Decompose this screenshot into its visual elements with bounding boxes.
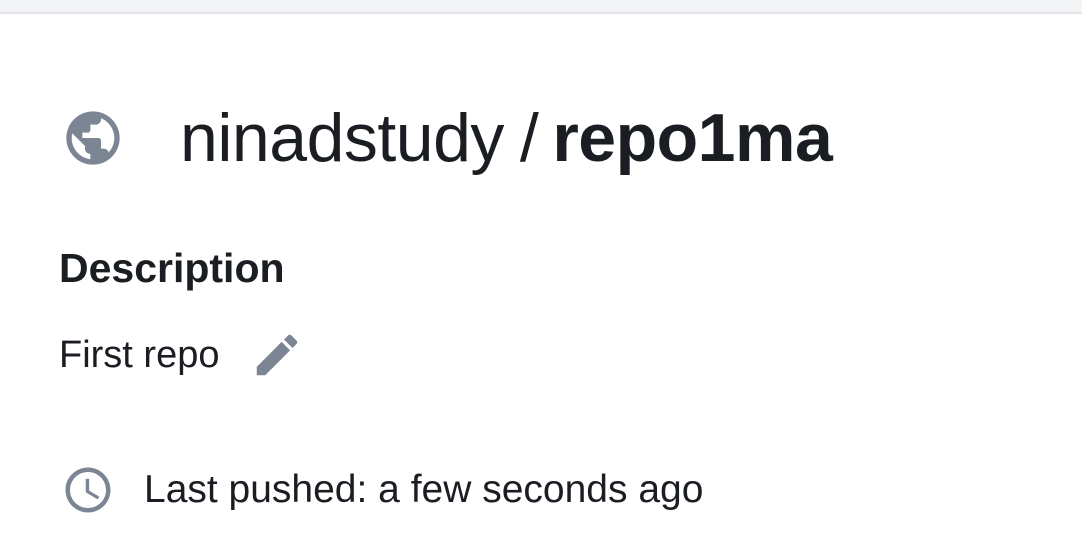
globe-icon — [60, 105, 126, 171]
pencil-icon[interactable] — [249, 327, 305, 383]
last-pushed-text: Last pushed: a few seconds ago — [144, 468, 704, 511]
repository-name: repo1ma — [552, 100, 833, 176]
description-heading: Description — [59, 245, 285, 291]
last-pushed-row: Last pushed: a few seconds ago — [60, 462, 703, 518]
repository-namespace[interactable]: ninadstudy — [180, 100, 504, 176]
top-divider — [0, 0, 1082, 14]
clock-icon — [60, 462, 116, 518]
repository-separator: / — [519, 100, 539, 176]
description-row: First repo — [59, 328, 305, 382]
repository-header: ninadstudy / repo1ma — [60, 96, 833, 180]
repository-title: ninadstudy / repo1ma — [180, 96, 833, 180]
description-text: First repo — [59, 334, 220, 376]
